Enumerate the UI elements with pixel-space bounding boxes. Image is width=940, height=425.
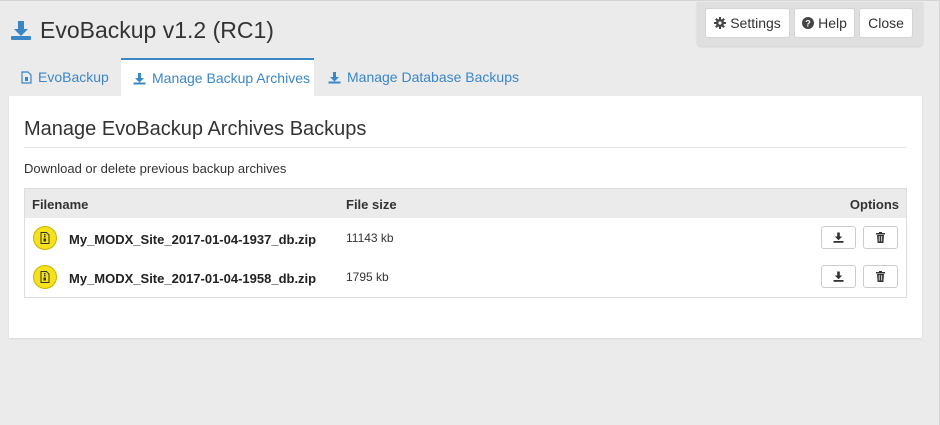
page-title: Manage EvoBackup Archives Backups	[24, 118, 367, 140]
close-label: Close	[868, 15, 904, 31]
tab-manage-database-backups[interactable]: Manage Database Backups	[314, 58, 524, 96]
toolbar: Settings ? Help Close	[697, 2, 923, 46]
settings-label: Settings	[730, 15, 781, 31]
settings-button[interactable]: Settings	[705, 8, 790, 38]
app-header: EvoBackup v1.2 (RC1)	[10, 14, 274, 46]
gear-icon	[714, 17, 727, 29]
tab-evobackup[interactable]: EvoBackup	[9, 58, 120, 96]
filename: My_MODX_Site_2017-01-04-1958_db.zip	[69, 271, 317, 286]
help-label: Help	[818, 15, 847, 31]
top-border	[0, 0, 940, 1]
close-button[interactable]: Close	[859, 8, 913, 38]
page-description: Download or delete previous backup archi…	[24, 161, 287, 176]
column-header-options: Options	[849, 197, 899, 212]
app-title: EvoBackup v1.2 (RC1)	[40, 16, 274, 43]
help-button[interactable]: ? Help	[794, 8, 855, 38]
file-size: 1795 kb	[346, 270, 389, 284]
zip-file-icon	[33, 226, 57, 250]
trash-icon	[876, 271, 885, 282]
svg-text:?: ?	[805, 19, 811, 29]
file-icon	[21, 70, 32, 84]
content-panel: Manage EvoBackup Archives Backups Downlo…	[9, 96, 922, 338]
filename: My_MODX_Site_2017-01-04-1937_db.zip	[69, 232, 317, 247]
download-icon	[133, 72, 146, 85]
download-icon	[833, 232, 844, 243]
download-icon	[833, 271, 844, 282]
table-row: My_MODX_Site_2017-01-04-1937_db.zip 1114…	[25, 219, 906, 259]
delete-button[interactable]	[863, 265, 898, 288]
download-button[interactable]	[821, 226, 856, 249]
table-header: Filename File size Options	[25, 189, 906, 218]
zip-file-icon	[33, 265, 57, 289]
archives-table: Filename File size Options My_MODX_Site_…	[24, 188, 907, 298]
download-icon	[328, 71, 341, 84]
divider	[24, 147, 907, 148]
tab-bar: EvoBackup Manage Backup Archives Manage …	[9, 58, 922, 96]
column-header-filename: Filename	[32, 197, 89, 212]
trash-icon	[876, 232, 885, 243]
delete-button[interactable]	[863, 226, 898, 249]
question-circle-icon: ?	[802, 17, 815, 29]
download-button[interactable]	[821, 265, 856, 288]
tab-label: Manage Backup Archives	[152, 70, 310, 86]
file-size: 11143 kb	[346, 231, 394, 245]
tab-manage-backup-archives[interactable]: Manage Backup Archives	[121, 58, 314, 96]
column-header-file-size: File size	[346, 197, 397, 212]
tab-label: Manage Database Backups	[347, 69, 519, 85]
tab-label: EvoBackup	[38, 69, 109, 85]
table-row: My_MODX_Site_2017-01-04-1958_db.zip 1795…	[25, 258, 906, 298]
download-icon	[10, 19, 32, 41]
